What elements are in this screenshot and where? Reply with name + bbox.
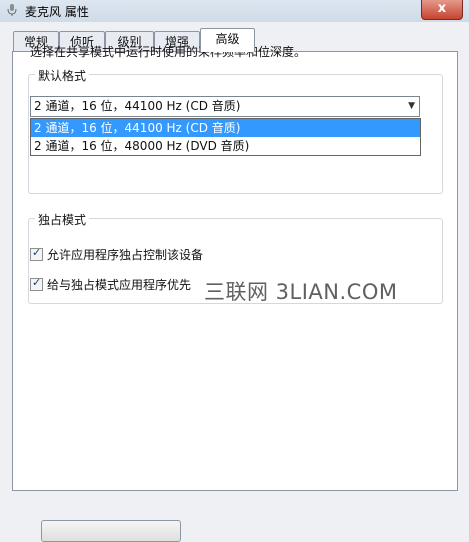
format-select[interactable]: 2 通道，16 位，44100 Hz (CD 音质) ▼ <box>30 96 420 117</box>
window-title: 麦克风 属性 <box>25 5 89 19</box>
tab-advanced[interactable]: 高级 <box>200 28 255 52</box>
close-button[interactable]: x <box>421 0 463 20</box>
default-format-description: 选择在共享模式中运行时使用的采样频率和位深度。 <box>30 45 307 59</box>
format-option-dvd[interactable]: 2 通道，16 位，48000 Hz (DVD 音质) <box>31 137 420 155</box>
exclusive-mode-title: 独占模式 <box>35 211 90 228</box>
exclusive-priority-checkbox[interactable]: ✓ <box>30 276 43 291</box>
format-option-cd[interactable]: 2 通道，16 位，44100 Hz (CD 音质) <box>31 119 420 137</box>
watermark: 三联网 3LIAN.COM <box>204 280 398 304</box>
allow-exclusive-control-label: 允许应用程序独占控制该设备 <box>47 248 204 262</box>
format-select-value: 2 通道，16 位，44100 Hz (CD 音质) <box>34 99 241 113</box>
exclusive-priority-label: 给与独占模式应用程序优先 <box>47 278 192 292</box>
exclusive-priority-row[interactable]: ✓ 给与独占模式应用程序优先 <box>30 276 191 293</box>
dropdown-arrow-icon[interactable]: ▼ <box>408 97 415 116</box>
tab-panel-advanced: 默认格式 独占模式 <box>12 51 458 542</box>
allow-exclusive-control-checkbox[interactable]: ✓ <box>30 246 43 261</box>
allow-exclusive-control-row[interactable]: ✓ 允许应用程序独占控制该设备 <box>30 246 203 263</box>
format-dropdown-list: 2 通道，16 位，44100 Hz (CD 音质) 2 通道，16 位，480… <box>30 118 421 156</box>
microphone-icon <box>7 4 17 16</box>
default-format-title: 默认格式 <box>35 67 90 84</box>
restore-defaults-button[interactable] <box>41 520 181 542</box>
title-bar: 麦克风 属性 x <box>0 0 469 22</box>
close-icon: x <box>437 1 447 16</box>
